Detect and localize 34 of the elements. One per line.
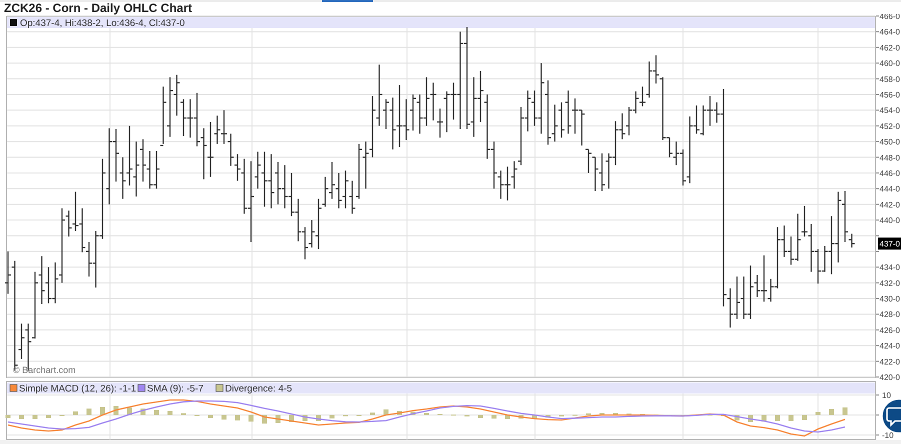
axis-label: 432-0 xyxy=(880,278,900,288)
chart-title: ZCK26 - Corn - Daily OHLC Chart xyxy=(3,2,194,14)
tab-indicator xyxy=(322,0,373,2)
axis-label: 428-0 xyxy=(880,310,900,320)
credit-text: © Barchart.com xyxy=(13,365,76,375)
axis-ticks xyxy=(876,394,880,436)
legend-swatch xyxy=(10,19,17,26)
axis-label: 426-0 xyxy=(880,326,900,335)
legend-text: SMA (9): -5-7 xyxy=(147,384,204,394)
axis-label: 464-0 xyxy=(880,28,900,37)
axis-label: 458-0 xyxy=(880,74,900,84)
axis-label: 444-0 xyxy=(880,184,900,194)
axis-label: 454-0 xyxy=(880,106,900,116)
axis-label: 460-0 xyxy=(880,59,900,68)
axis-label: 450-0 xyxy=(880,138,900,147)
axis-label: 456-0 xyxy=(880,90,900,100)
axis-label: 430-0 xyxy=(880,294,900,304)
axis-label: 448-0 xyxy=(880,153,900,162)
legend-text: Simple MACD (12, 26): -1-1 xyxy=(19,384,136,394)
legend-text: Op:437-4, Hi:438-2, Lo:436-4, Cl:437-0 xyxy=(20,18,185,29)
axis-label: 434-0 xyxy=(880,263,900,272)
axis-label: 10 xyxy=(882,391,891,400)
legend-text: Divergence: 4-5 xyxy=(225,384,292,394)
price-marker: 437-0 xyxy=(878,238,901,250)
axis-label: 420-0 xyxy=(880,373,900,381)
axis-label: 440-0 xyxy=(880,216,900,226)
axis-label: 422-0 xyxy=(880,357,900,366)
axis-label: 442-0 xyxy=(880,200,900,210)
axis-label: 452-0 xyxy=(880,122,900,131)
chat-button[interactable] xyxy=(881,398,901,434)
axis-label: -10 xyxy=(882,431,894,440)
axis-label: 424-0 xyxy=(880,342,900,351)
axis-label: 462-0 xyxy=(880,43,900,52)
axis-label: 446-0 xyxy=(880,168,900,178)
